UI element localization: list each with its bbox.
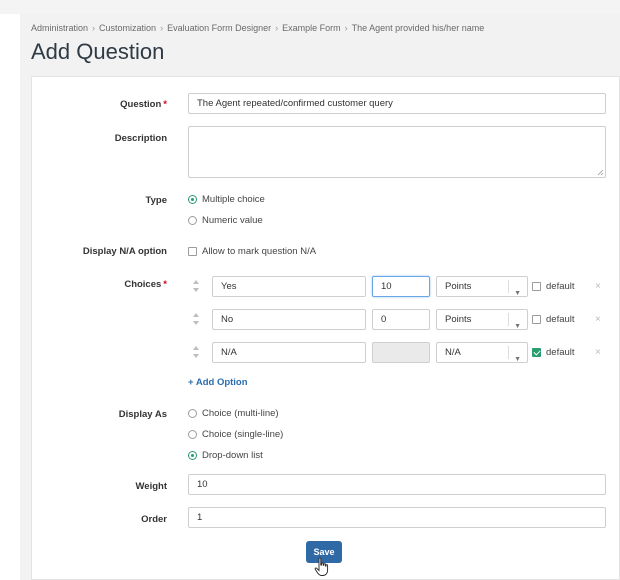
order-label: Order <box>141 514 167 525</box>
type-label: Type <box>145 195 167 206</box>
remove-choice-icon[interactable]: × <box>595 347 601 358</box>
breadcrumb-example-form[interactable]: Example Form <box>282 23 341 33</box>
checkbox-checked-icon[interactable] <box>532 348 541 357</box>
na-option-label: Display N/A option <box>82 246 167 257</box>
choice-default-checkbox[interactable]: default <box>532 281 575 292</box>
choice-name-input[interactable]: No <box>212 309 366 330</box>
caret-down-icon: ▼ <box>514 290 521 297</box>
breadcrumb: Administration › Customization › Evaluation … <box>31 23 484 33</box>
required-marker: * <box>163 99 167 110</box>
resize-grip-icon[interactable] <box>597 169 604 176</box>
add-option-link[interactable]: + Add Option <box>188 377 248 388</box>
choice-default-checkbox[interactable]: default <box>532 314 575 325</box>
choice-default-checkbox[interactable]: default <box>532 347 575 358</box>
display-option-single-line[interactable]: Choice (single-line) <box>188 429 283 440</box>
drag-handle-icon[interactable] <box>192 312 200 326</box>
breadcrumb-form-designer[interactable]: Evaluation Form Designer <box>167 23 271 33</box>
checkbox-icon[interactable] <box>532 315 541 324</box>
na-option-checkbox[interactable]: Allow to mark question N/A <box>188 246 316 257</box>
checkbox-icon[interactable] <box>532 282 541 291</box>
radio-icon[interactable] <box>188 216 197 225</box>
question-input-value: The Agent repeated/confirmed customer qu… <box>197 98 393 109</box>
choice-value-input[interactable]: 10 <box>372 276 430 297</box>
type-option-multiple-choice[interactable]: Multiple choice <box>188 194 265 205</box>
display-as-label: Display As <box>118 409 167 420</box>
caret-down-icon: ▼ <box>514 323 521 330</box>
type-option-numeric-value[interactable]: Numeric value <box>188 215 263 226</box>
breadcrumb-administration[interactable]: Administration <box>31 23 88 33</box>
radio-selected-icon[interactable] <box>188 451 197 460</box>
page-title: Add Question <box>31 39 165 64</box>
top-bar <box>0 0 620 14</box>
description-textarea[interactable] <box>188 126 606 178</box>
chevron-right-icon: › <box>92 23 96 33</box>
chevron-right-icon: › <box>275 23 279 33</box>
required-marker: * <box>163 279 167 290</box>
choice-unit-select[interactable]: Points ▼ <box>436 309 528 330</box>
drag-handle-icon[interactable] <box>192 345 200 359</box>
choice-value-input[interactable]: 0 <box>372 309 430 330</box>
radio-icon[interactable] <box>188 409 197 418</box>
chevron-right-icon: › <box>344 23 348 33</box>
caret-down-icon: ▼ <box>514 356 521 363</box>
radio-icon[interactable] <box>188 430 197 439</box>
choice-unit-select[interactable]: N/A ▼ <box>436 342 528 363</box>
question-input[interactable]: The Agent repeated/confirmed customer qu… <box>188 93 606 114</box>
choice-name-input[interactable]: N/A <box>212 342 366 363</box>
checkbox-icon[interactable] <box>188 247 197 256</box>
question-label: Question * <box>120 99 167 110</box>
weight-label: Weight <box>135 481 168 492</box>
order-input[interactable]: 1 <box>188 507 606 528</box>
choices-label: Choices * <box>124 279 167 290</box>
choice-unit-select[interactable]: Points ▼ <box>436 276 528 297</box>
choice-value-input <box>372 342 430 363</box>
display-option-multi-line[interactable]: Choice (multi-line) <box>188 408 279 419</box>
radio-selected-icon[interactable] <box>188 195 197 204</box>
breadcrumb-current: The Agent provided his/her name <box>351 23 485 33</box>
display-option-dropdown[interactable]: Drop-down list <box>188 450 263 461</box>
remove-choice-icon[interactable]: × <box>595 314 601 325</box>
breadcrumb-customization[interactable]: Customization <box>99 23 156 33</box>
choice-name-input[interactable]: Yes <box>212 276 366 297</box>
remove-choice-icon[interactable]: × <box>595 281 601 292</box>
hand-pointer-cursor-icon <box>314 557 329 576</box>
drag-handle-icon[interactable] <box>192 279 200 293</box>
description-label: Description <box>114 133 167 144</box>
chevron-right-icon: › <box>160 23 164 33</box>
weight-input[interactable]: 10 <box>188 474 606 495</box>
